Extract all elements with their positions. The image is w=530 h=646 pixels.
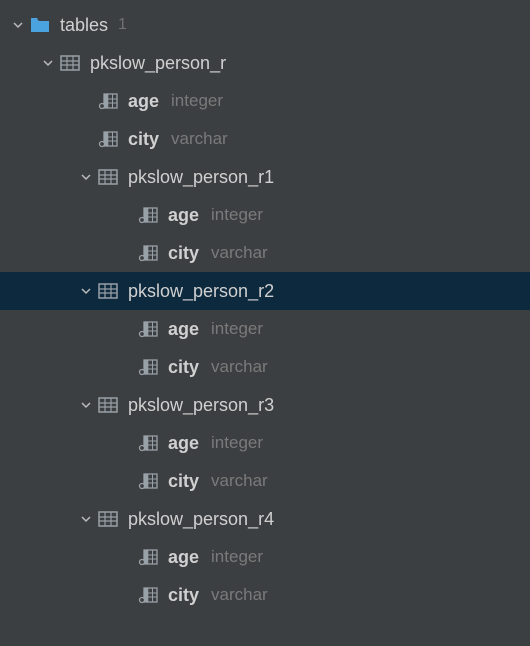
column-name: age xyxy=(168,433,199,454)
tree-row-column[interactable]: city varchar xyxy=(0,576,530,614)
table-icon xyxy=(96,168,120,186)
column-type: integer xyxy=(171,91,223,111)
tree-row-table[interactable]: pkslow_person_r1 xyxy=(0,158,530,196)
table-icon xyxy=(96,282,120,300)
table-icon xyxy=(58,54,82,72)
column-icon xyxy=(96,130,120,148)
column-icon xyxy=(136,206,160,224)
column-name: age xyxy=(168,547,199,568)
folder-label: tables xyxy=(60,15,108,36)
column-name: age xyxy=(168,205,199,226)
column-icon xyxy=(136,244,160,262)
column-name: age xyxy=(128,91,159,112)
table-icon xyxy=(96,396,120,414)
tree-row-column[interactable]: city varchar xyxy=(0,120,530,158)
column-icon xyxy=(136,434,160,452)
column-name: city xyxy=(168,243,199,264)
tree-row-column[interactable]: city varchar xyxy=(0,234,530,272)
tree-row-column[interactable]: city varchar xyxy=(0,348,530,386)
column-type: integer xyxy=(211,319,263,339)
tree-row-column[interactable]: age integer xyxy=(0,82,530,120)
column-icon xyxy=(136,548,160,566)
folder-count: 1 xyxy=(118,16,127,34)
tree-row-table[interactable]: pkslow_person_r3 xyxy=(0,386,530,424)
column-name: city xyxy=(128,129,159,150)
chevron-down-icon[interactable] xyxy=(76,171,96,183)
tree-row-column[interactable]: city varchar xyxy=(0,462,530,500)
table-label: pkslow_person_r1 xyxy=(128,167,274,188)
tree-row-folder[interactable]: tables 1 xyxy=(0,6,530,44)
column-name: city xyxy=(168,585,199,606)
column-type: integer xyxy=(211,433,263,453)
column-name: age xyxy=(168,319,199,340)
tree-row-table[interactable]: pkslow_person_r xyxy=(0,44,530,82)
table-icon xyxy=(96,510,120,528)
table-label: pkslow_person_r3 xyxy=(128,395,274,416)
chevron-down-icon[interactable] xyxy=(76,285,96,297)
column-icon xyxy=(136,586,160,604)
column-type: varchar xyxy=(211,357,268,377)
chevron-down-icon[interactable] xyxy=(8,19,28,31)
table-label: pkslow_person_r4 xyxy=(128,509,274,530)
column-icon xyxy=(96,92,120,110)
column-type: varchar xyxy=(211,243,268,263)
chevron-down-icon[interactable] xyxy=(76,513,96,525)
column-type: integer xyxy=(211,205,263,225)
tree-row-column[interactable]: age integer xyxy=(0,196,530,234)
tree-row-column[interactable]: age integer xyxy=(0,310,530,348)
table-label: pkslow_person_r2 xyxy=(128,281,274,302)
tree-row-table[interactable]: pkslow_person_r2 xyxy=(0,272,530,310)
column-name: city xyxy=(168,471,199,492)
chevron-down-icon[interactable] xyxy=(38,57,58,69)
chevron-down-icon[interactable] xyxy=(76,399,96,411)
column-icon xyxy=(136,320,160,338)
table-label: pkslow_person_r xyxy=(90,53,226,74)
tree-row-table[interactable]: pkslow_person_r4 xyxy=(0,500,530,538)
column-type: varchar xyxy=(211,471,268,491)
tree-row-column[interactable]: age integer xyxy=(0,424,530,462)
column-type: varchar xyxy=(171,129,228,149)
tree-row-column[interactable]: age integer xyxy=(0,538,530,576)
column-type: varchar xyxy=(211,585,268,605)
column-icon xyxy=(136,358,160,376)
column-name: city xyxy=(168,357,199,378)
column-type: integer xyxy=(211,547,263,567)
database-tree: tables 1 pkslow_person_r xyxy=(0,0,530,614)
folder-icon xyxy=(28,16,52,34)
column-icon xyxy=(136,472,160,490)
